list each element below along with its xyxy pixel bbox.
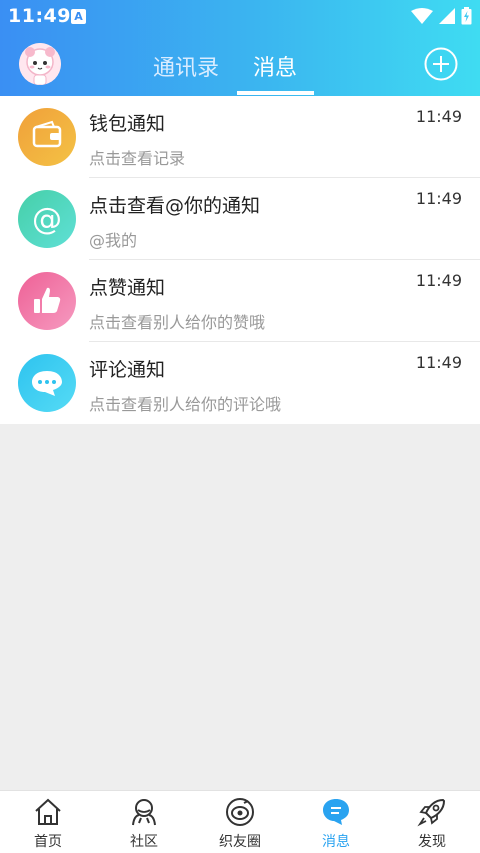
nav-label: 发现	[418, 834, 446, 850]
header-tabs: 通讯录 消息	[0, 44, 480, 96]
message-icon	[323, 799, 349, 825]
message-subtitle: 点击查看记录	[89, 149, 186, 168]
rocket-icon	[417, 798, 446, 827]
community-icon	[132, 799, 156, 826]
home-icon	[35, 798, 61, 825]
message-row-mentions[interactable]: @ 点击查看@你的通知 @我的 11:49	[0, 178, 480, 260]
mention-notification-avatar: @	[18, 190, 76, 248]
at-icon: @	[32, 202, 62, 237]
active-tab-indicator	[237, 91, 314, 95]
thumbs-up-icon	[34, 287, 61, 313]
message-subtitle: 点击查看别人给你的赞哦	[89, 313, 266, 332]
message-row-comments[interactable]: 评论通知 点击查看别人给你的评论哦 11:49	[0, 342, 480, 424]
message-subtitle: 点击查看别人给你的评论哦	[89, 395, 282, 414]
status-icons	[411, 7, 472, 25]
nav-community[interactable]: 社区	[96, 791, 192, 853]
nav-messages[interactable]: 消息	[288, 791, 384, 853]
message-title: 评论通知	[89, 359, 166, 381]
message-row-wallet[interactable]: 钱包通知 点击查看记录 11:49	[0, 96, 480, 178]
signal-icon	[439, 8, 455, 24]
bottom-nav: 首页 社区 织友圈 消息 发现	[0, 790, 480, 853]
nav-circle[interactable]: 织友圈	[192, 791, 288, 853]
wallet-icon	[32, 120, 62, 148]
app-header: 11:49 A 通讯录 消息	[0, 0, 480, 96]
like-notification-avatar	[18, 272, 76, 330]
comment-icon	[32, 371, 62, 396]
add-icon[interactable]	[424, 47, 458, 81]
status-time: 11:49	[8, 5, 71, 27]
status-bar: 11:49 A	[0, 0, 480, 32]
comment-notification-avatar	[18, 354, 76, 412]
message-list: 钱包通知 点击查看记录 11:49 @ 点击查看@你的通知 @我的 11:49 …	[0, 96, 480, 424]
nav-label: 织友圈	[219, 834, 261, 850]
wifi-icon	[411, 8, 433, 24]
message-title: 点击查看@你的通知	[89, 195, 261, 217]
tab-messages[interactable]: 消息	[253, 50, 297, 82]
message-time: 11:49	[415, 353, 462, 372]
nav-label: 首页	[34, 834, 62, 850]
message-subtitle: @我的	[89, 231, 138, 250]
circle-icon	[226, 798, 254, 826]
svg-text:@: @	[32, 202, 62, 237]
message-time: 11:49	[415, 189, 462, 208]
message-row-likes[interactable]: 点赞通知 点击查看别人给你的赞哦 11:49	[0, 260, 480, 342]
message-title: 点赞通知	[89, 277, 166, 299]
battery-icon	[461, 7, 472, 25]
message-title: 钱包通知	[89, 113, 166, 135]
app-notification-icon: A	[71, 9, 86, 24]
message-time: 11:49	[415, 107, 462, 126]
tab-contacts[interactable]: 通讯录	[153, 50, 219, 82]
nav-label: 消息	[322, 834, 350, 850]
wallet-notification-avatar	[18, 108, 76, 166]
nav-home[interactable]: 首页	[0, 791, 96, 853]
message-time: 11:49	[415, 271, 462, 290]
nav-label: 社区	[130, 834, 158, 850]
nav-discover[interactable]: 发现	[384, 791, 480, 853]
